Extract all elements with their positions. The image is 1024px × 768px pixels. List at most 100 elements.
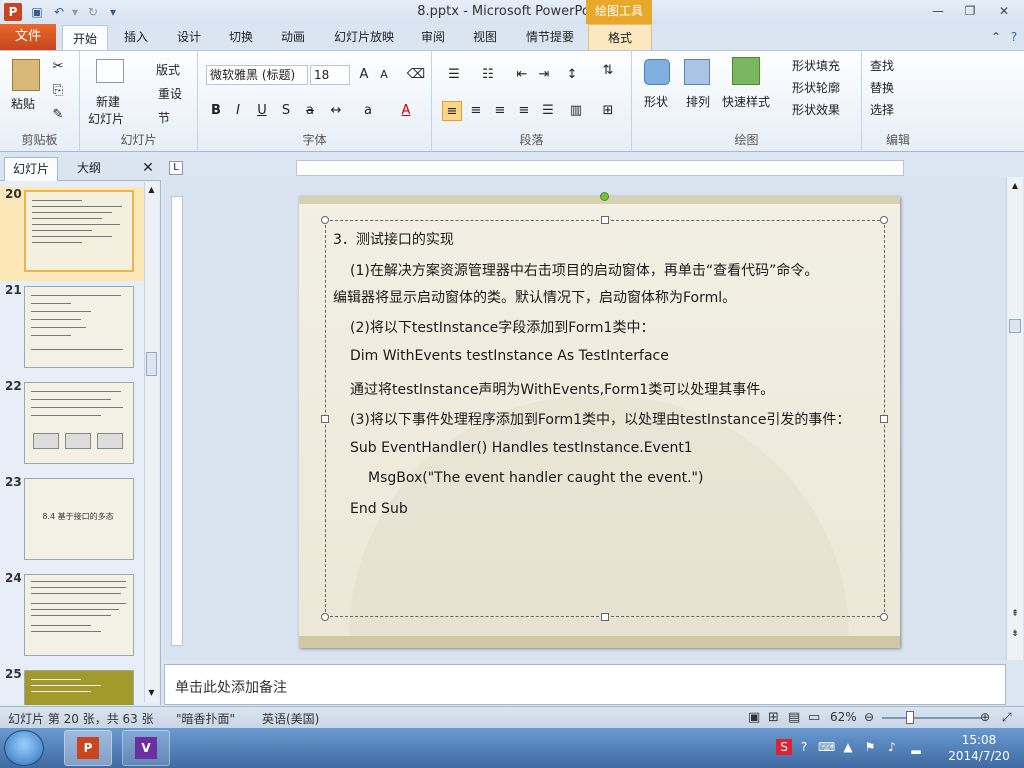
bullets-icon[interactable]: ☰ — [444, 65, 464, 85]
section-button[interactable]: 节 — [158, 109, 170, 126]
restore-icon[interactable]: ❐ — [956, 2, 984, 20]
underline-icon[interactable]: U — [252, 101, 272, 121]
thumbnail-scrollbar[interactable]: ▲ ▼ — [144, 182, 158, 702]
quick-styles-button[interactable]: 快速样式 — [722, 93, 770, 110]
quick-styles-icon[interactable] — [732, 57, 760, 85]
slide-line-step3[interactable]: (3)将以下事件处理程序添加到Form1类中，以处理由testInstance引… — [350, 409, 850, 429]
resize-handle-e[interactable] — [880, 415, 888, 423]
network-icon[interactable]: ▂ — [908, 739, 924, 755]
slide-thumbnail[interactable] — [24, 190, 134, 272]
resize-handle-ne[interactable] — [880, 216, 888, 224]
layout-button[interactable]: 版式 — [156, 61, 180, 78]
scroll-up-icon[interactable]: ▲ — [146, 185, 157, 194]
shrink-font-icon[interactable]: A — [374, 65, 394, 85]
clear-format-icon[interactable]: ⌫ — [406, 65, 426, 85]
arrange-icon[interactable] — [684, 59, 710, 85]
tab-slides-panel[interactable]: 幻灯片 — [4, 157, 58, 181]
new-slide-button-line2[interactable]: 幻灯片 — [88, 110, 124, 127]
normal-view-icon[interactable]: ▣ — [748, 710, 760, 725]
tab-review[interactable]: 审阅 — [412, 24, 454, 50]
shape-effects-button[interactable]: 形状效果 — [792, 101, 840, 118]
select-button[interactable]: 选择 — [870, 101, 894, 118]
slide-line-heading[interactable]: 3．测试接口的实现 — [333, 229, 454, 249]
zoom-slider-thumb[interactable] — [906, 711, 914, 724]
tab-transitions[interactable]: 切换 — [220, 24, 262, 50]
slide-thumbnail[interactable] — [24, 574, 134, 656]
slide-thumbnail[interactable]: 8.4 基于接口的多态 — [24, 478, 134, 560]
shadow-icon[interactable]: S — [276, 101, 296, 121]
tab-slideshow[interactable]: 幻灯片放映 — [326, 24, 402, 50]
minimize-icon[interactable]: — — [924, 2, 952, 20]
new-slide-icon[interactable] — [96, 59, 124, 83]
text-direction-icon[interactable]: ⇅ — [598, 61, 618, 81]
zoom-in-icon[interactable]: ⊕ — [980, 710, 990, 724]
justify-icon[interactable]: ≡ — [514, 101, 534, 121]
keyboard-tray-icon[interactable]: ⌨ — [818, 739, 835, 755]
align-left-icon[interactable]: ≡ — [442, 101, 462, 121]
tab-storyboard[interactable]: 情节提要 — [516, 24, 584, 50]
thumbnail-slide-24[interactable]: 24 — [0, 571, 145, 665]
prev-slide-icon[interactable]: ⇞ — [1009, 609, 1021, 619]
distributed-icon[interactable]: ☰ — [538, 101, 558, 121]
slide-thumbnail[interactable] — [24, 670, 134, 705]
volume-icon[interactable]: ♪ — [884, 739, 900, 755]
action-center-icon[interactable]: ⚑ — [862, 739, 878, 755]
bold-icon[interactable]: B — [206, 101, 226, 121]
resize-handle-n[interactable] — [601, 216, 609, 224]
fit-to-window-icon[interactable]: ⤢ — [1002, 710, 1012, 725]
slide-scrollbar[interactable]: ▲ ⇞ ⇟ — [1006, 177, 1023, 660]
align-center-icon[interactable]: ≡ — [466, 101, 486, 121]
align-right-icon[interactable]: ≡ — [490, 101, 510, 121]
slideshow-view-icon[interactable]: ▭ — [808, 710, 820, 725]
tab-home[interactable]: 开始 — [62, 25, 108, 50]
smartart-icon[interactable]: ⊞ — [598, 101, 618, 121]
scroll-up-icon[interactable]: ▲ — [1009, 181, 1021, 190]
slide-line-msgbox[interactable]: MsgBox("The event handler caught the eve… — [368, 470, 703, 486]
next-slide-icon[interactable]: ⇟ — [1009, 629, 1021, 639]
close-icon[interactable]: ✕ — [990, 2, 1018, 20]
replace-button[interactable]: 替换 — [870, 79, 894, 96]
arrange-button[interactable]: 排列 — [686, 93, 710, 110]
rotation-handle[interactable] — [600, 192, 609, 201]
slide-line-endsub[interactable]: End Sub — [350, 501, 408, 517]
shape-outline-button[interactable]: 形状轮廓 — [792, 79, 840, 96]
grow-font-icon[interactable]: A — [354, 65, 374, 85]
scroll-thumb[interactable] — [146, 352, 157, 376]
help-icon[interactable]: ? — [1000, 28, 1024, 46]
line-spacing-icon[interactable]: ↕ — [562, 65, 582, 85]
numbering-icon[interactable]: ☷ — [478, 65, 498, 85]
visual-studio-taskbar-button[interactable]: V — [122, 730, 170, 766]
shapes-button[interactable]: 形状 — [644, 93, 668, 110]
tab-view[interactable]: 视图 — [464, 24, 506, 50]
close-panel-icon[interactable]: ✕ — [138, 157, 158, 181]
slide-sorter-icon[interactable]: ⊞ — [768, 710, 779, 725]
thumbnail-slide-23[interactable]: 23 8.4 基于接口的多态 — [0, 475, 145, 569]
slide-line-step2[interactable]: (2)将以下testInstance字段添加到Form1类中： — [350, 317, 654, 337]
resize-handle-se[interactable] — [880, 613, 888, 621]
paste-button[interactable]: 粘贴 — [11, 95, 35, 112]
resize-handle-s[interactable] — [601, 613, 609, 621]
zoom-out-icon[interactable]: ⊖ — [864, 710, 874, 724]
new-slide-button[interactable]: 新建 — [96, 93, 120, 110]
language-indicator[interactable]: 英语(美国) — [262, 710, 319, 727]
help-tray-icon[interactable]: ? — [796, 739, 812, 755]
paste-icon[interactable] — [12, 59, 40, 91]
thumbnail-slide-20[interactable]: 20 — [0, 187, 145, 281]
italic-icon[interactable]: I — [228, 101, 248, 121]
notes-placeholder[interactable]: 单击此处添加备注 — [175, 677, 287, 697]
slide-line-sub[interactable]: Sub EventHandler() Handles testInstance.… — [350, 440, 693, 456]
vertical-ruler[interactable] — [171, 196, 183, 646]
resize-handle-w[interactable] — [321, 415, 329, 423]
slide-thumbnail[interactable] — [24, 286, 134, 368]
tab-outline-panel[interactable]: 大纲 — [62, 157, 116, 181]
tab-animations[interactable]: 动画 — [272, 24, 314, 50]
scroll-down-icon[interactable]: ▼ — [146, 688, 157, 697]
tab-insert[interactable]: 插入 — [114, 24, 158, 50]
powerpoint-taskbar-button[interactable]: P — [64, 730, 112, 766]
horizontal-ruler[interactable] — [296, 160, 904, 176]
reset-button[interactable]: 重设 — [158, 85, 182, 102]
notes-pane[interactable]: 单击此处添加备注 — [164, 664, 1006, 705]
slide-line-dim[interactable]: Dim WithEvents testInstance As TestInter… — [350, 348, 669, 364]
reading-view-icon[interactable]: ▤ — [788, 710, 800, 725]
shape-fill-button[interactable]: 形状填充 — [792, 57, 840, 74]
